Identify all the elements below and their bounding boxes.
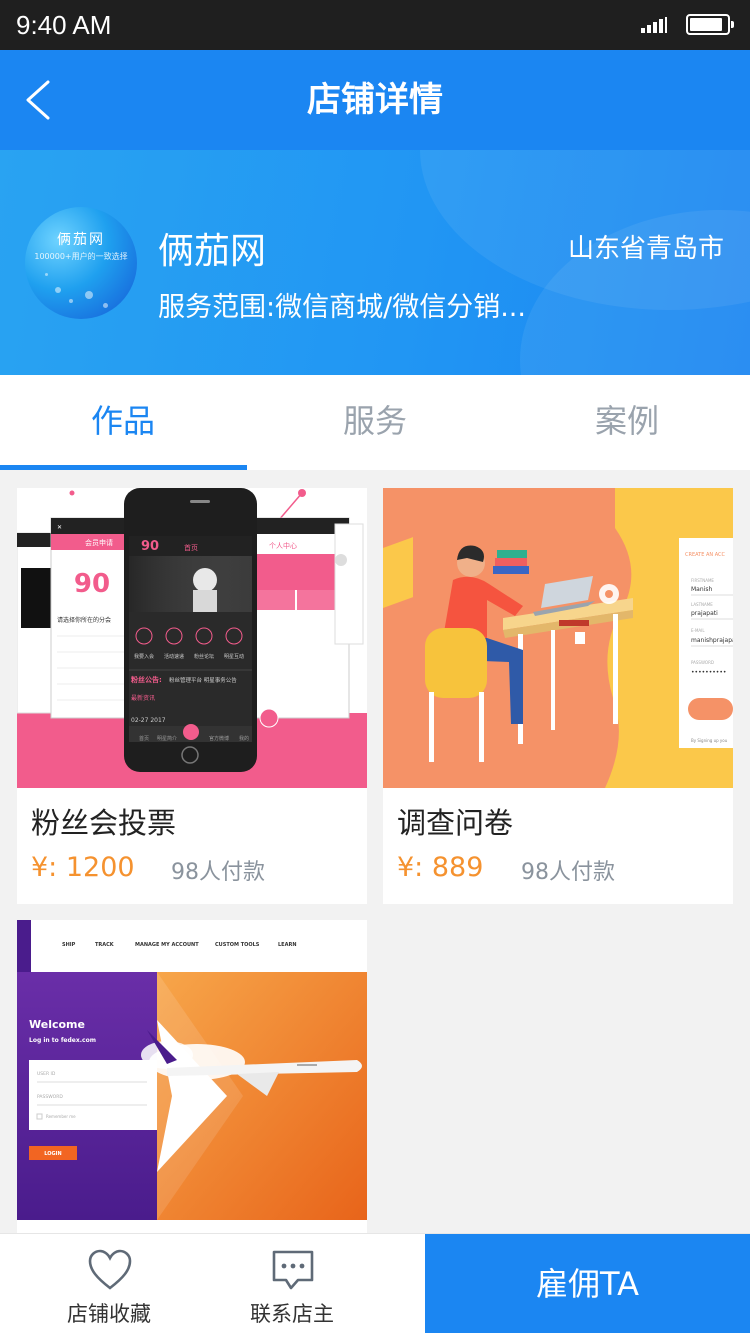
tab-bar: 作品 服务 案例 (0, 375, 750, 470)
svg-text:90: 90 (74, 569, 110, 599)
logo-name: 俩茄网 (57, 232, 105, 248)
svg-text:活动速递: 活动速递 (164, 653, 184, 660)
status-time: 9:40 AM (16, 10, 112, 40)
svg-text:USER ID: USER ID (37, 1071, 56, 1077)
product-paid-count: 98人付款 (171, 860, 265, 885)
battery-icon (686, 14, 734, 35)
shop-name: 俩茄网 (158, 231, 267, 272)
shop-header: 俩茄网 100000+用户的一致选择 俩茄网 山东省青岛市 服务范围:微信商城/… (0, 150, 750, 375)
svg-text:Remember me: Remember me (46, 1114, 76, 1119)
tab-indicator (0, 465, 247, 470)
svg-text:prajapati: prajapati (691, 610, 718, 617)
contact-owner-button[interactable]: 联系店主 (201, 1234, 383, 1333)
tab-services[interactable]: 服务 (252, 375, 498, 470)
svg-text:首页: 首页 (139, 735, 149, 742)
product-title: 调查问卷 (397, 806, 514, 840)
product-paid-count: 98人付款 (521, 860, 615, 885)
shop-logo: 俩茄网 100000+用户的一致选择 (25, 207, 137, 319)
favorite-shop-button[interactable]: 店铺收藏 (18, 1234, 200, 1333)
svg-text:FIRSTNAME: FIRSTNAME (691, 578, 714, 583)
signal-icon (641, 17, 667, 33)
svg-text:02-27 2017: 02-27 2017 (131, 717, 166, 724)
product-card[interactable]: ✕ 会员申请 90 请选择你所在的分会 个人中心 90 首页 我要入会 活动速递… (17, 488, 367, 904)
svg-text:E-MAIL: E-MAIL (691, 628, 705, 633)
svg-text:✕: ✕ (57, 524, 62, 531)
svg-text:会员申请: 会员申请 (85, 538, 113, 547)
product-card[interactable]: CREATE AN ACC FIRSTNAME Manish LASTNAME … (383, 488, 733, 904)
product-image: CREATE AN ACC FIRSTNAME Manish LASTNAME … (383, 488, 733, 788)
svg-text:官方微博: 官方微博 (209, 735, 229, 742)
svg-text:MANAGE MY ACCOUNT: MANAGE MY ACCOUNT (135, 942, 199, 948)
svg-text:粉丝管理平台 明星事务公告: 粉丝管理平台 明星事务公告 (169, 676, 237, 684)
back-button[interactable] (18, 76, 66, 124)
svg-text:90: 90 (141, 539, 159, 554)
svg-text:我的: 我的 (239, 735, 249, 742)
svg-text:明星简介: 明星简介 (157, 735, 177, 742)
bottom-bar: 店铺收藏 联系店主 雇佣TA (0, 1233, 750, 1333)
product-title: 粉丝会投票 (31, 806, 177, 840)
product-price: ¥: 889 (397, 852, 484, 883)
svg-text:LASTNAME: LASTNAME (691, 602, 713, 607)
favorite-shop-label: 店铺收藏 (67, 1302, 151, 1326)
svg-text:PASSWORD: PASSWORD (37, 1094, 63, 1100)
page-title: 店铺详情 (307, 80, 443, 120)
svg-text:••••••••••: •••••••••• (691, 669, 726, 676)
svg-text:CUSTOM TOOLS: CUSTOM TOOLS (215, 942, 260, 948)
svg-text:Log in to fedex.com: Log in to fedex.com (29, 1037, 96, 1044)
contact-owner-label: 联系店主 (250, 1302, 334, 1326)
svg-text:LEARN: LEARN (278, 942, 297, 948)
svg-text:LOGIN: LOGIN (44, 1151, 61, 1157)
svg-text:我要入会: 我要入会 (134, 653, 154, 660)
tab-cases[interactable]: 案例 (504, 375, 750, 470)
svg-text:SHIP: SHIP (62, 942, 76, 948)
svg-text:明星互动: 明星互动 (224, 653, 244, 660)
heart-icon (88, 1249, 132, 1290)
svg-text:粉丝公告:: 粉丝公告: (131, 675, 162, 684)
tab-works[interactable]: 作品 (0, 375, 246, 470)
svg-text:CREATE AN ACC: CREATE AN ACC (685, 552, 726, 558)
svg-text:Welcome: Welcome (29, 1018, 85, 1031)
chevron-left-icon (26, 80, 50, 120)
hire-button[interactable]: 雇佣TA (425, 1234, 750, 1333)
svg-text:By Signing up you: By Signing up you (691, 738, 728, 743)
nav-bar: 店铺详情 (0, 50, 750, 150)
svg-text:manishprajapa: manishprajapa (691, 637, 733, 644)
svg-text:请选择你所在的分会: 请选择你所在的分会 (57, 616, 111, 624)
svg-text:TRACK: TRACK (95, 942, 115, 948)
svg-text:个人中心: 个人中心 (269, 541, 297, 550)
shop-location: 山东省青岛市 (567, 234, 724, 264)
status-bar: 9:40 AM (0, 0, 750, 50)
svg-text:粉丝论坛: 粉丝论坛 (194, 653, 214, 660)
product-image: SHIP TRACK MANAGE MY ACCOUNT CUSTOM TOOL… (17, 920, 367, 1220)
svg-text:Manish: Manish (691, 586, 712, 593)
svg-text:PASSWORD: PASSWORD (691, 660, 714, 665)
svg-text:最新资讯: 最新资讯 (131, 694, 155, 702)
shop-service-scope: 服务范围:微信商城/微信分销... (158, 292, 526, 323)
product-image: ✕ 会员申请 90 请选择你所在的分会 个人中心 90 首页 我要入会 活动速递… (17, 488, 367, 788)
product-card[interactable]: SHIP TRACK MANAGE MY ACCOUNT CUSTOM TOOL… (17, 920, 367, 1233)
chat-bubble-icon (272, 1250, 314, 1290)
battery-level (690, 18, 723, 31)
product-price: ¥: 1200 (31, 852, 135, 883)
logo-slogan: 100000+用户的一致选择 (34, 252, 128, 261)
svg-text:首页: 首页 (184, 543, 198, 552)
